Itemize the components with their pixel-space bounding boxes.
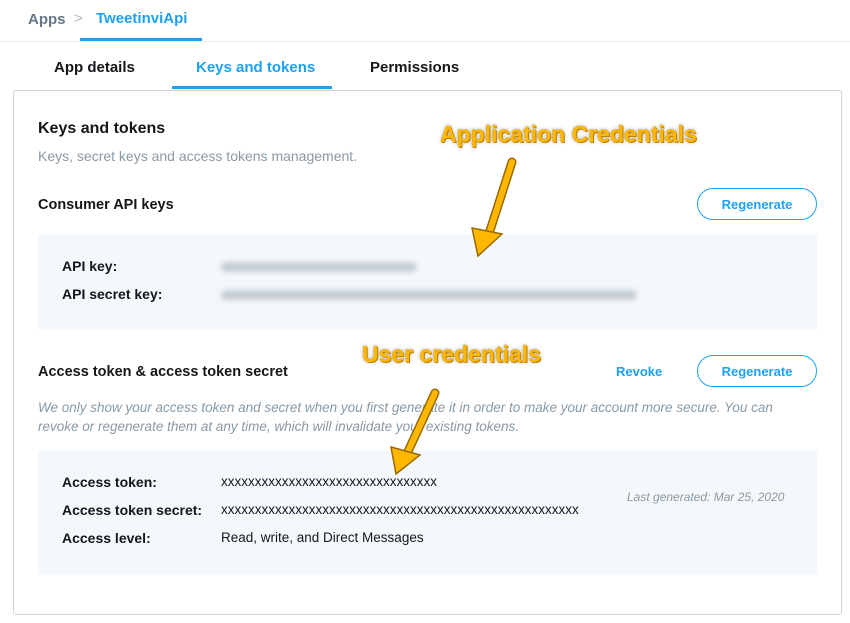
tab-bar: App details Keys and tokens Permissions bbox=[0, 42, 850, 90]
revoke-link[interactable]: Revoke bbox=[616, 364, 662, 379]
api-secret-key-label: API secret key: bbox=[62, 286, 163, 302]
application-credentials-annotation: Application Credentials bbox=[440, 121, 697, 147]
breadcrumb-current-app[interactable]: TweetinviApi bbox=[96, 10, 187, 27]
access-token-secret-value: xxxxxxxxxxxxxxxxxxxxxxxxxxxxxxxxxxxxxxxx… bbox=[221, 502, 579, 517]
access-token-label: Access token: bbox=[62, 474, 157, 490]
access-level-label: Access level: bbox=[62, 530, 151, 546]
access-token-secret-label: Access token secret: bbox=[62, 502, 203, 518]
active-tab-underline bbox=[172, 86, 332, 89]
chevron-right-icon: > bbox=[74, 10, 83, 27]
breadcrumb-active-underline bbox=[80, 38, 202, 41]
api-key-value-redacted bbox=[221, 262, 417, 272]
api-key-label: API key: bbox=[62, 258, 118, 274]
tab-permissions[interactable]: Permissions bbox=[370, 59, 459, 76]
user-credentials-annotation: User credentials bbox=[362, 341, 541, 367]
page-subtitle: Keys, secret keys and access tokens mana… bbox=[38, 148, 358, 164]
consumer-keys-title: Consumer API keys bbox=[38, 197, 174, 213]
tab-app-details[interactable]: App details bbox=[54, 59, 135, 76]
regenerate-consumer-keys-button[interactable]: Regenerate bbox=[697, 188, 817, 220]
breadcrumb-apps-link[interactable]: Apps bbox=[28, 11, 66, 28]
access-token-value: xxxxxxxxxxxxxxxxxxxxxxxxxxxxxxxx bbox=[221, 474, 437, 489]
page-title: Keys and tokens bbox=[38, 120, 166, 137]
access-level-value: Read, write, and Direct Messages bbox=[221, 530, 424, 545]
tab-keys-and-tokens[interactable]: Keys and tokens bbox=[196, 59, 315, 76]
api-secret-key-value-redacted bbox=[221, 290, 637, 300]
regenerate-access-token-button[interactable]: Regenerate bbox=[697, 355, 817, 387]
breadcrumb: Apps > TweetinviApi bbox=[0, 0, 850, 42]
last-generated-text: Last generated: Mar 25, 2020 bbox=[627, 490, 785, 504]
access-token-title: Access token & access token secret bbox=[38, 364, 288, 380]
consumer-keys-panel bbox=[38, 235, 817, 330]
access-token-note: We only show your access token and secre… bbox=[38, 400, 773, 434]
